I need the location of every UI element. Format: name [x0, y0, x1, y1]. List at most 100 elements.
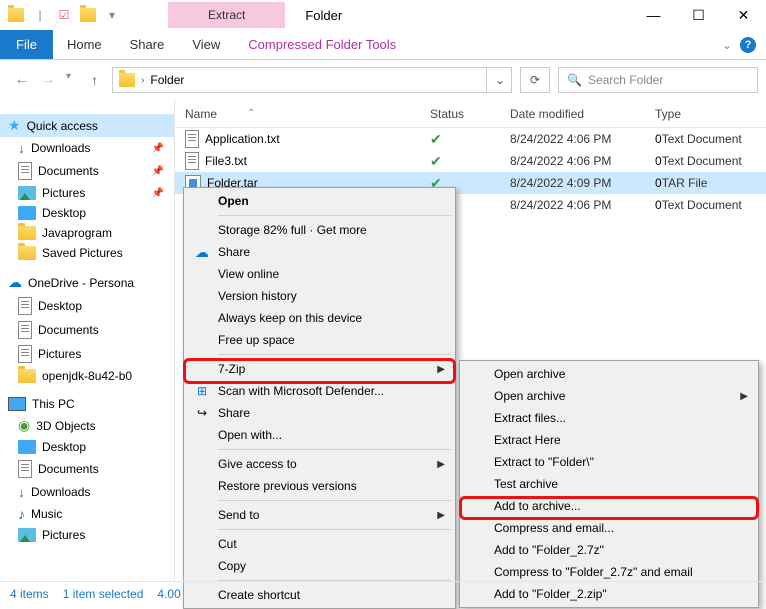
folder-icon: [18, 226, 36, 240]
file-row[interactable]: Application.txt✔8/24/2022 4:06 PM0Text D…: [175, 128, 766, 150]
column-status[interactable]: Status: [430, 107, 510, 121]
search-field[interactable]: 🔍 Search Folder: [558, 67, 758, 93]
ribbon-expand-icon[interactable]: ⌄: [722, 38, 732, 52]
ctx-share2[interactable]: ↪Share: [186, 402, 453, 424]
ctx-add-to-archive[interactable]: Add to archive...: [462, 495, 756, 517]
file-type: Text Document: [662, 198, 766, 212]
context-menu-main: Open Storage 82% full · Get more ☁Share …: [183, 187, 456, 609]
status-bar: 4 items 1 item selected 4.00: [0, 581, 766, 606]
file-type: TAR File: [662, 176, 766, 190]
file-name: Application.txt: [205, 132, 280, 146]
chevron-right-icon: ▶: [437, 510, 445, 521]
maximize-button[interactable]: ☐: [676, 0, 721, 30]
nav-documents[interactable]: Documents📌: [0, 159, 174, 183]
history-dropdown-icon[interactable]: ▾: [66, 71, 71, 89]
pictures-icon: [18, 528, 36, 542]
ctx-restore[interactable]: Restore previous versions: [186, 475, 453, 497]
nav-pc-desktop[interactable]: Desktop: [0, 437, 174, 457]
ctx-open-with[interactable]: Open with...: [186, 424, 453, 446]
ctx-send-to[interactable]: Send to▶: [186, 504, 453, 526]
ctx-test-archive[interactable]: Test archive: [462, 473, 756, 495]
file-row[interactable]: File3.txt✔8/24/2022 4:06 PM0Text Documen…: [175, 150, 766, 172]
ctx-version-history[interactable]: Version history: [186, 285, 453, 307]
address-dropdown-icon[interactable]: ⌄: [486, 68, 505, 92]
minimize-button[interactable]: —: [631, 0, 676, 30]
ctx-open-archive[interactable]: Open archive: [462, 363, 756, 385]
qat-separator: |: [30, 5, 50, 25]
address-field[interactable]: › Folder ⌄: [112, 67, 512, 93]
ctx-open[interactable]: Open: [186, 190, 453, 212]
quick-access-toolbar: | ☑ ▾: [0, 5, 128, 25]
ctx-free-up[interactable]: Free up space: [186, 329, 453, 351]
pictures-icon: [18, 186, 36, 200]
nav-pc-downloads[interactable]: ↓Downloads: [0, 481, 174, 503]
qat-folder-icon[interactable]: [78, 5, 98, 25]
nav-pc-music[interactable]: ♪Music: [0, 503, 174, 525]
nav-quick-access[interactable]: ★Quick access: [0, 114, 174, 137]
folder-icon: [18, 369, 36, 383]
nav-od-documents[interactable]: Documents: [0, 318, 174, 342]
nav-pc-documents[interactable]: Documents: [0, 457, 174, 481]
ctx-7zip[interactable]: 7-Zip▶: [186, 358, 453, 380]
ctx-view-online[interactable]: View online: [186, 263, 453, 285]
ctx-compress-7z-email[interactable]: Compress to "Folder_2.7z" and email: [462, 561, 756, 583]
separator: [218, 215, 451, 216]
back-button[interactable]: ←: [14, 71, 30, 89]
ctx-copy[interactable]: Copy: [186, 555, 453, 577]
home-tab[interactable]: Home: [53, 30, 116, 59]
ctx-always-keep[interactable]: Always keep on this device: [186, 307, 453, 329]
chevron-right-icon: ▶: [437, 459, 445, 470]
ctx-extract-to[interactable]: Extract to "Folder\": [462, 451, 756, 473]
nav-onedrive[interactable]: ☁OneDrive - Persona: [0, 271, 174, 294]
up-button[interactable]: ↑: [85, 72, 104, 88]
forward-button[interactable]: →: [40, 71, 56, 89]
compressed-folder-tools-tab[interactable]: Compressed Folder Tools: [234, 30, 410, 59]
close-button[interactable]: ✕: [721, 0, 766, 30]
ctx-extract-files[interactable]: Extract files...: [462, 407, 756, 429]
ctx-add-7z[interactable]: Add to "Folder_2.7z": [462, 539, 756, 561]
nav-downloads[interactable]: ↓Downloads📌: [0, 137, 174, 159]
separator: [218, 354, 451, 355]
nav-this-pc[interactable]: This PC: [0, 394, 174, 414]
nav-openjdk[interactable]: openjdk-8u42-b0: [0, 366, 174, 386]
folder-icon: [18, 246, 36, 260]
column-type[interactable]: Type: [655, 107, 766, 121]
qat-dropdown-icon[interactable]: ▾: [102, 5, 122, 25]
ctx-extract-here[interactable]: Extract Here: [462, 429, 756, 451]
chevron-right-icon: ▶: [740, 391, 748, 402]
file-tab[interactable]: File: [0, 30, 53, 59]
ctx-defender[interactable]: ⊞Scan with Microsoft Defender...: [186, 380, 453, 402]
pin-icon: 📌: [152, 143, 164, 154]
share-tab[interactable]: Share: [116, 30, 179, 59]
nav-3d-objects[interactable]: ◉3D Objects: [0, 414, 174, 437]
nav-pc-pictures[interactable]: Pictures: [0, 525, 174, 545]
nav-javaprogram[interactable]: Javaprogram: [0, 223, 174, 243]
nav-desktop[interactable]: Desktop: [0, 203, 174, 223]
ctx-compress-email[interactable]: Compress and email...: [462, 517, 756, 539]
view-tab[interactable]: View: [178, 30, 234, 59]
star-icon: ★: [8, 117, 21, 134]
column-name[interactable]: Name⌃: [175, 107, 430, 121]
search-placeholder: Search Folder: [588, 73, 663, 87]
ctx-give-access[interactable]: Give access to▶: [186, 453, 453, 475]
nav-pictures[interactable]: Pictures📌: [0, 183, 174, 203]
ctx-open-archive-sub[interactable]: Open archive▶: [462, 385, 756, 407]
status-icon: ✔: [430, 131, 510, 148]
window-controls: — ☐ ✕: [631, 0, 766, 30]
folder-icon: [119, 73, 135, 87]
column-date[interactable]: Date modified: [510, 107, 655, 121]
ctx-cut[interactable]: Cut: [186, 533, 453, 555]
file-name: File3.txt: [205, 154, 247, 168]
ribbon-tabs: File Home Share View Compressed Folder T…: [0, 30, 766, 60]
nav-saved-pictures[interactable]: Saved Pictures: [0, 243, 174, 263]
nav-od-pictures[interactable]: Pictures: [0, 342, 174, 366]
nav-od-desktop[interactable]: Desktop: [0, 294, 174, 318]
help-icon[interactable]: ?: [740, 37, 756, 53]
document-icon: [18, 321, 32, 339]
refresh-button[interactable]: ⟳: [520, 67, 550, 93]
ctx-share[interactable]: ☁Share: [186, 241, 453, 263]
properties-icon[interactable]: ☑: [54, 5, 74, 25]
address-path: Folder: [150, 73, 184, 87]
file-date: 8/24/2022 4:06 PM: [510, 132, 655, 146]
ctx-storage[interactable]: Storage 82% full · Get more: [186, 219, 453, 241]
